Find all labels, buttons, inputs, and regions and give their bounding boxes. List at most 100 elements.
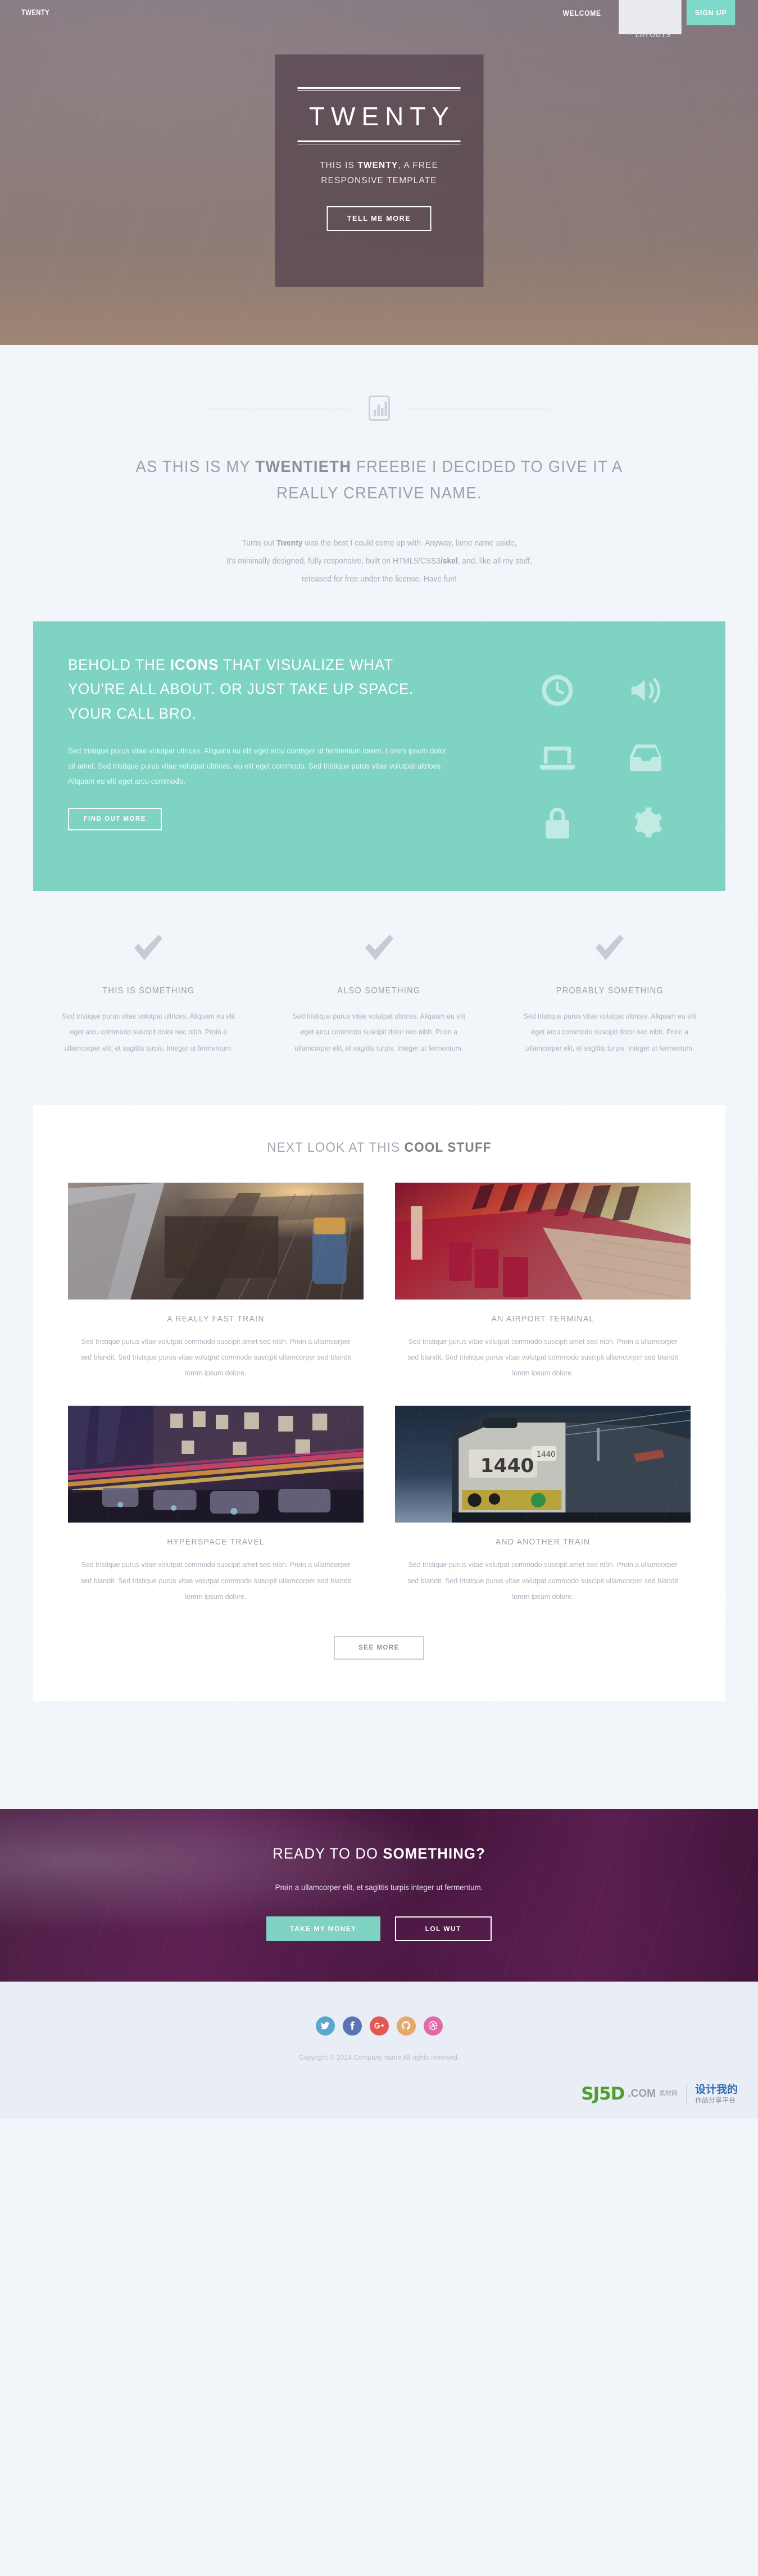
light-section-spacer [0,1701,758,1755]
intro-section: AS THIS IS MY TWENTIETH FREEBIE I DECIDE… [0,345,758,1755]
feature-paragraph: Sed tristique purus vitae volutpat ultri… [67,746,446,785]
cta-buttons: TAKE MY MONEY LOL WUT [0,1916,758,1941]
intro-body-line1-strong: Twenty [276,538,302,548]
check-body: Sed tristique purus vitae volutpat ultri… [62,1011,235,1053]
watermark-cn-blue: 设计我的 [695,2083,738,2096]
watermark-sj5d: SJ5D [581,2083,625,2104]
intro-heading-pre: AS THIS IS MY [135,458,255,476]
check-icon [51,933,246,967]
watermark-cn-small: 素材网 [659,2090,678,2097]
hero-subtitle-pre: THIS IS [319,161,358,170]
intro-body-line1-post: was the best I could come up with. Anywa… [302,538,516,548]
gallery-card-title: AND ANOTHER TRAIN [495,1537,590,1547]
see-more-button[interactable]: SEE MORE [334,1635,424,1660]
check-body: Sed tristique purus vitae volutpat ultri… [292,1011,466,1053]
googleplus-icon[interactable] [369,2016,389,2036]
gear-icon [629,806,663,840]
cta-heading: READY TO DO SOMETHING? [19,1845,739,1862]
gallery-panel: NEXT LOOK AT THIS COOL STUFF A REALLY FA… [33,1105,725,1701]
intro-divider [0,388,758,428]
hero-title: TWENTY [308,102,456,131]
gallery-card-body: Sed tristique purus vitae volutpat commo… [80,1560,351,1601]
cta-texture-overlay [0,1809,758,1982]
find-out-more-button[interactable]: FIND OUT MORE [67,807,162,830]
gallery-card-body: Sed tristique purus vitae volutpat commo… [407,1560,678,1601]
cta-section: READY TO DO SOMETHING? Proin a ullamcorp… [0,1809,758,1982]
watermark-cn-stack: 设计我的 作品分享平台 [695,2084,738,2104]
top-navigation: TWENTY WELCOME ▾ LAYOUTS SIGN UP [0,0,758,39]
gallery-card[interactable]: A REALLY FAST TRAIN Sed tristique purus … [67,1182,364,1381]
watermark-separator [686,2084,687,2103]
feature-heading: BEHOLD THE ICONS THAT VISUALIZE WHAT YOU… [68,653,446,726]
dribbble-icon[interactable] [423,2016,443,2036]
page-root: TWENTY WELCOME ▾ LAYOUTS SIGN UP TWENTY … [0,0,758,2119]
watermark: SJ5D .COM 素材网 设计我的 作品分享平台 [0,2061,758,2119]
cta-heading-strong: SOMETHING? [383,1844,485,1862]
nav-item-layouts[interactable]: ▾ LAYOUTS [619,0,682,39]
inbox-icon [629,741,662,773]
check-icon [512,933,707,967]
gallery-card-body: Sed tristique purus vitae volutpat commo… [80,1337,351,1378]
copyright-text: Copyright © 2014.Company name All rights… [298,2053,460,2061]
github-icon[interactable] [396,2016,416,2036]
see-more-wrap: SEE MORE [68,1635,691,1660]
nav-item-layouts-label: LAYOUTS [635,29,671,39]
hero-rule-bottom [297,140,461,144]
intro-body: Turns out Twenty was the best I could co… [166,535,593,589]
chevron-down-icon: ▾ [629,31,632,37]
social-links [0,2016,758,2036]
features-checks-row: THIS IS SOMETHING Sed tristique purus vi… [33,933,725,1057]
hero-section: TWENTY WELCOME ▾ LAYOUTS SIGN UP TWENTY … [0,0,758,345]
check-column: PROBABLY SOMETHING Sed tristique purus v… [494,933,725,1057]
lol-wut-button[interactable]: LOL WUT [394,1916,492,1941]
feature-heading-pre: BEHOLD THE [67,656,170,673]
gallery-grid: A REALLY FAST TRAIN Sed tristique purus … [67,1182,691,1605]
hero-card: TWENTY THIS IS TWENTY, A FREE RESPONSIVE… [275,54,483,287]
volume-icon [629,674,664,707]
clock-icon [541,674,574,707]
gallery-heading-strong: COOL STUFF [404,1139,492,1155]
gallery-card-title: AN AIRPORT TERMINAL [491,1314,594,1324]
watermark-com: .COM [628,2087,656,2100]
gallery-card-body: Sed tristique purus vitae volutpat commo… [407,1337,678,1378]
nav-item-welcome[interactable]: WELCOME [553,0,611,25]
tell-me-more-button[interactable]: TELL ME MORE [326,206,432,231]
intro-body-line2-pre: it's minimally designed, fully responsiv… [226,556,441,566]
signup-button[interactable]: SIGN UP [686,0,736,25]
gallery-card-title: A REALLY FAST TRAIN [166,1314,265,1324]
facebook-icon[interactable] [342,2016,362,2036]
bar-chart-icon [368,395,390,421]
intro-heading: AS THIS IS MY TWENTIETH FREEBIE I DECIDE… [115,454,643,507]
lock-icon [543,806,571,840]
locomotive-1440-night-photo: 1440 1440 [394,1406,691,1523]
cta-paragraph: Proin a ullamcorper elit, et sagittis tu… [275,1882,483,1892]
feature-content: BEHOLD THE ICONS THAT VISUALIZE WHAT YOU… [67,653,461,856]
intro-body-line3: released for free under the license. Hav… [301,574,457,584]
gallery-card[interactable]: 1440 1440 AND ANOTHER TRAIN Sed tristiqu… [394,1406,691,1604]
hero-subtitle: THIS IS TWENTY, A FREE RESPONSIVE TEMPLA… [293,158,465,188]
check-title: PROBABLY SOMETHING [556,985,664,996]
intro-body-line2-strong: /skel [440,556,458,566]
check-column: ALSO SOMETHING Sed tristique purus vitae… [264,933,494,1057]
hero-rule-top [297,87,461,91]
gallery-card-title: HYPERSPACE TRAVEL [166,1537,265,1547]
take-my-money-button[interactable]: TAKE MY MONEY [266,1916,380,1941]
intro-heading-strong: TWENTIETH [255,458,351,476]
svg-text:1440: 1440 [480,1455,534,1478]
nav-links: WELCOME ▾ LAYOUTS SIGN UP [548,0,737,39]
footer-section: Copyright © 2014.Company name All rights… [0,1981,758,2119]
feature-icon-grid [513,653,691,856]
gallery-card[interactable]: HYPERSPACE TRAVEL Sed tristique purus vi… [67,1406,364,1604]
hero-subtitle-strong: TWENTY [357,161,398,170]
check-column: THIS IS SOMETHING Sed tristique purus vi… [33,933,264,1057]
laptop-icon [539,742,575,771]
twitter-icon[interactable] [315,2016,335,2036]
svg-text:1440: 1440 [536,1451,555,1459]
check-title: ALSO SOMETHING [337,985,421,996]
check-body: Sed tristique purus vitae volutpat ultri… [523,1011,696,1053]
gallery-heading-pre: NEXT LOOK AT THIS [266,1139,405,1155]
gallery-card[interactable]: AN AIRPORT TERMINAL Sed tristique purus … [394,1182,691,1381]
brand-logo[interactable]: TWENTY [21,8,49,17]
check-icon [282,933,476,967]
intro-body-line2-post: , and, like all my stuff, [457,556,532,566]
